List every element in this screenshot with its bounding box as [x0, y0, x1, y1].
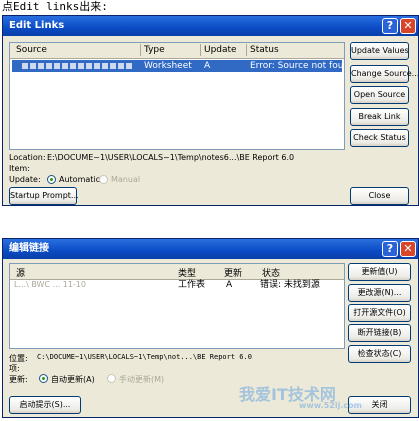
break-link-button-zh[interactable]: 断开链接(B): [348, 324, 411, 342]
automatic-radio[interactable]: [47, 175, 56, 184]
location-label: Location:: [9, 153, 46, 162]
update-values-button-zh[interactable]: 更新值(U): [348, 263, 411, 281]
item-label-zh: 项:: [9, 364, 20, 373]
redacted-source: [22, 63, 134, 69]
row-update: A: [204, 61, 211, 71]
header-update-zh[interactable]: 更新: [224, 266, 242, 279]
manual-radio: [99, 175, 108, 184]
manual-label: Manual: [111, 175, 141, 184]
edit-links-dialog-zh: 编辑链接 ? ✕ 源 类型 更新 状态 L...\ BWC ... 11-10 …: [2, 238, 419, 418]
help-icon[interactable]: ?: [382, 18, 398, 34]
open-source-button-zh[interactable]: 打开源文件(O): [348, 304, 411, 322]
header-type-zh[interactable]: 类型: [178, 266, 196, 279]
close-button[interactable]: Close: [350, 187, 409, 205]
header-source-zh[interactable]: 源: [16, 266, 25, 279]
startup-prompt-button[interactable]: Startup Prompt...: [9, 187, 79, 205]
list-header: Source Type Update Status: [10, 43, 344, 59]
header-type[interactable]: Type: [144, 45, 165, 55]
row-type: Worksheet: [144, 61, 192, 71]
check-status-button[interactable]: Check Status: [350, 129, 409, 147]
links-list[interactable]: Source Type Update Status Worksheet A Er…: [9, 42, 345, 150]
list-header-zh: 源 类型 更新 状态: [10, 264, 344, 280]
update-label-zh: 更新:: [9, 375, 28, 384]
dialog-title: Edit Links: [9, 20, 65, 31]
location-value-zh: C:\DOCUME~1\USER\LOCALS~1\Temp\not...\BE…: [37, 353, 252, 361]
header-update[interactable]: Update: [204, 45, 237, 55]
item-label: Item:: [9, 164, 30, 173]
link-row[interactable]: Worksheet A Error: Source not found: [12, 60, 345, 72]
update-values-button[interactable]: Update Values: [350, 42, 409, 60]
row-update-zh: A: [226, 280, 233, 290]
row-status-zh: 错误: 未找到源: [260, 280, 320, 290]
header-source[interactable]: Source: [16, 45, 47, 55]
manual-label-zh: 手动更新(M): [119, 375, 165, 384]
title-bar[interactable]: Edit Links ? ✕: [3, 16, 418, 36]
update-label: Update:: [9, 175, 41, 184]
links-list-zh[interactable]: 源 类型 更新 状态 L...\ BWC ... 11-10 工作表 A 错误:…: [9, 263, 345, 349]
break-link-button[interactable]: Break Link: [350, 108, 409, 126]
dialog-title-zh: 编辑链接: [9, 243, 49, 254]
row-type-zh: 工作表: [178, 280, 206, 290]
automatic-label[interactable]: Automatic: [59, 175, 100, 184]
automatic-radio-zh[interactable]: [39, 374, 48, 383]
watermark-url: www.52ij.com: [299, 401, 362, 410]
change-source-button[interactable]: Change Source...: [350, 65, 418, 83]
caption-text: 点Edit links出来:: [2, 0, 108, 13]
close-icon[interactable]: ✕: [400, 18, 416, 34]
edit-links-dialog-en: Edit Links ? ✕ Source Type Update Status…: [2, 15, 419, 206]
help-icon[interactable]: ?: [382, 241, 398, 257]
close-icon[interactable]: ✕: [400, 241, 416, 257]
link-row-zh[interactable]: L...\ BWC ... 11-10 工作表 A 错误: 未找到源: [12, 279, 342, 291]
open-source-button[interactable]: Open Source: [350, 86, 409, 104]
automatic-label-zh[interactable]: 自动更新(A): [51, 374, 95, 385]
row-source-zh: L...\ BWC ... 11-10: [14, 280, 86, 289]
change-source-button-zh[interactable]: 更改源(N)...: [348, 284, 411, 302]
row-status: Error: Source not found: [250, 61, 345, 71]
manual-radio-zh: [107, 374, 116, 383]
check-status-button-zh[interactable]: 检查状态(C): [348, 345, 411, 363]
header-status[interactable]: Status: [250, 45, 279, 55]
location-value: E:\DOCUME~1\USER\LOCALS~1\Temp\notes6...…: [47, 153, 295, 162]
title-bar-zh[interactable]: 编辑链接 ? ✕: [3, 239, 418, 259]
header-status-zh[interactable]: 状态: [262, 266, 280, 279]
startup-prompt-button-zh[interactable]: 启动提示(S)...: [9, 396, 81, 414]
